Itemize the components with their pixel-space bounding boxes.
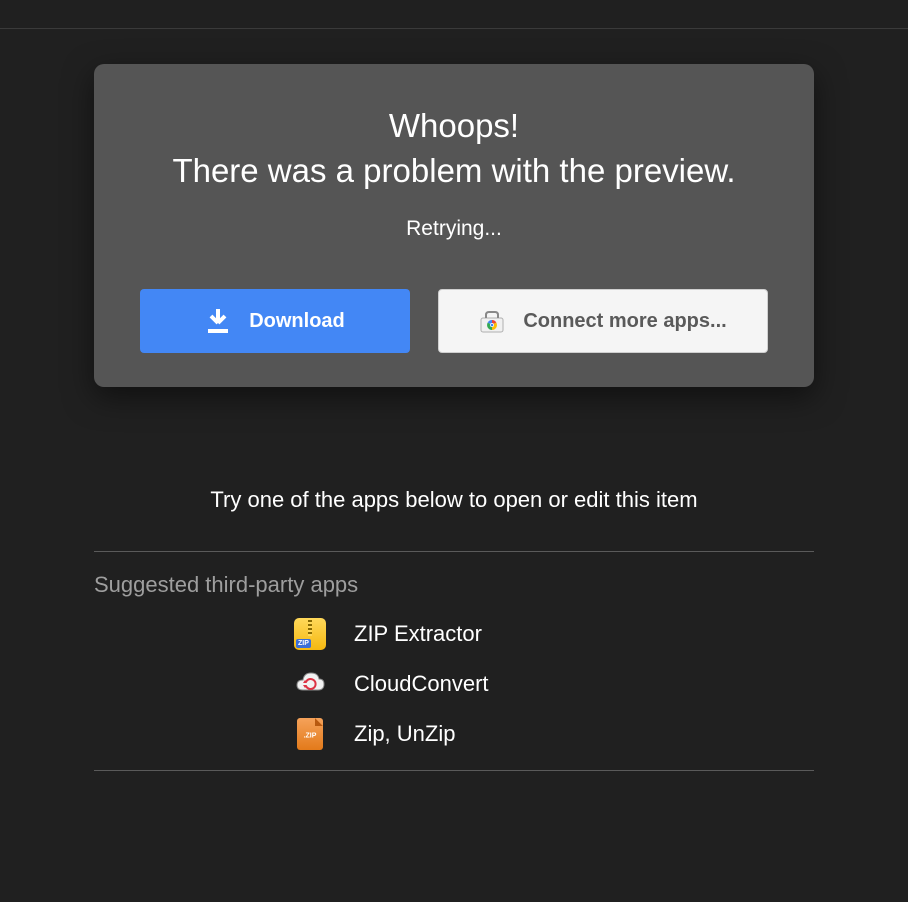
download-label: Download bbox=[249, 310, 345, 333]
download-icon bbox=[205, 307, 231, 335]
suggestions-section: Try one of the apps below to open or edi… bbox=[94, 487, 814, 771]
divider-bottom bbox=[94, 770, 814, 771]
retrying-text: Retrying... bbox=[122, 217, 786, 241]
try-apps-text: Try one of the apps below to open or edi… bbox=[94, 487, 814, 513]
top-divider bbox=[0, 28, 908, 29]
error-card: Whoops! There was a problem with the pre… bbox=[94, 64, 814, 387]
zip-extractor-icon bbox=[294, 618, 326, 650]
app-item-cloudconvert[interactable]: CloudConvert bbox=[294, 668, 814, 700]
app-item-zip-extractor[interactable]: ZIP Extractor bbox=[294, 618, 814, 650]
chrome-store-icon bbox=[479, 308, 505, 334]
app-list: ZIP Extractor CloudConvert Zip, UnZip bbox=[94, 618, 814, 770]
suggested-apps-label: Suggested third-party apps bbox=[94, 572, 814, 598]
divider-top bbox=[94, 551, 814, 552]
app-name: ZIP Extractor bbox=[354, 621, 482, 647]
button-row: Download Connect more apps... bbox=[122, 289, 786, 353]
app-item-zip-unzip[interactable]: Zip, UnZip bbox=[294, 718, 814, 750]
app-name: Zip, UnZip bbox=[354, 721, 455, 747]
zip-unzip-icon bbox=[294, 718, 326, 750]
connect-label: Connect more apps... bbox=[523, 310, 726, 333]
download-button[interactable]: Download bbox=[140, 289, 410, 353]
app-name: CloudConvert bbox=[354, 671, 489, 697]
error-title: Whoops! There was a problem with the pre… bbox=[122, 104, 786, 193]
error-title-line1: Whoops! bbox=[389, 107, 519, 144]
connect-more-apps-button[interactable]: Connect more apps... bbox=[438, 289, 768, 353]
error-title-line2: There was a problem with the preview. bbox=[172, 152, 735, 189]
cloudconvert-icon bbox=[294, 668, 326, 700]
